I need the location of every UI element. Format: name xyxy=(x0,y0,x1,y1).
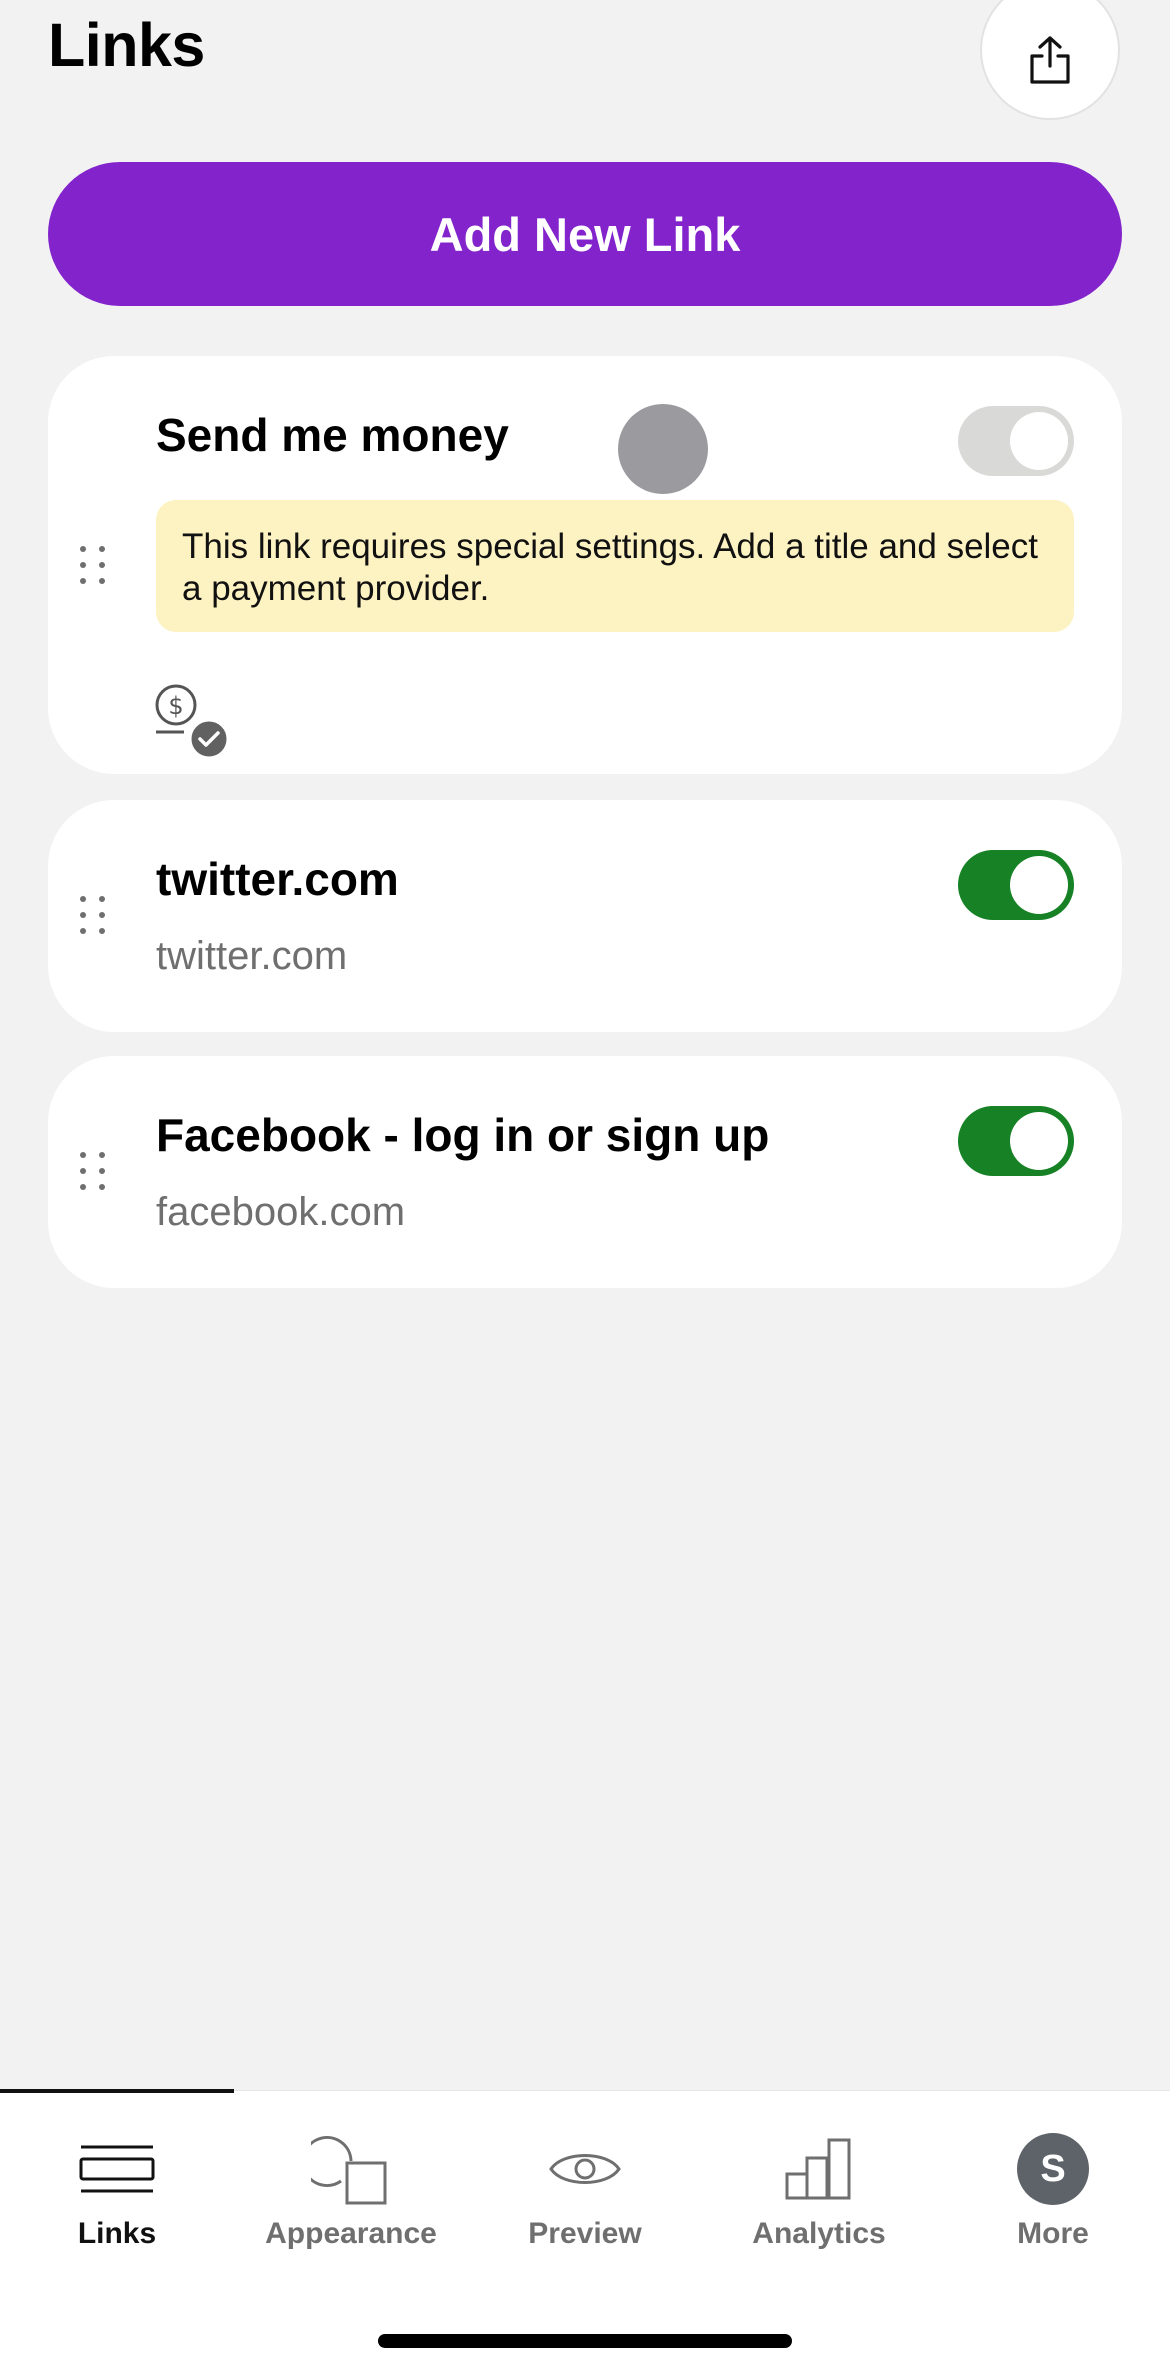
drag-handle-icon[interactable] xyxy=(80,546,108,586)
link-toggle[interactable] xyxy=(958,1106,1074,1176)
tab-label: More xyxy=(1017,2217,1089,2250)
link-card-send-money[interactable]: Send me money This link requires special… xyxy=(48,356,1122,774)
add-new-link-button[interactable]: Add New Link xyxy=(48,162,1122,306)
toggle-knob xyxy=(1010,1112,1068,1170)
link-toggle[interactable] xyxy=(958,406,1074,476)
link-card-facebook[interactable]: Facebook - log in or sign up facebook.co… xyxy=(48,1056,1122,1288)
tab-links[interactable]: Links xyxy=(0,2091,234,2291)
share-button[interactable] xyxy=(980,0,1120,120)
page-title: Links xyxy=(48,11,205,79)
tab-label: Analytics xyxy=(752,2217,886,2250)
links-icon xyxy=(79,2145,155,2193)
link-url[interactable]: twitter.com xyxy=(156,934,347,979)
toggle-knob xyxy=(1010,856,1068,914)
touch-indicator xyxy=(618,404,708,494)
tab-analytics[interactable]: Analytics xyxy=(702,2091,936,2291)
drag-handle-icon[interactable] xyxy=(80,1152,108,1192)
link-url[interactable]: facebook.com xyxy=(156,1190,405,1235)
tab-label: Preview xyxy=(528,2217,642,2250)
link-title[interactable]: Facebook - log in or sign up xyxy=(156,1108,769,1162)
bar-chart-icon xyxy=(785,2138,851,2200)
settings-warning: This link requires special settings. Add… xyxy=(156,500,1074,632)
eye-icon xyxy=(549,2154,621,2184)
payment-check-icon[interactable]: $ xyxy=(154,682,234,767)
tab-more[interactable]: S More xyxy=(936,2091,1170,2291)
link-card-twitter[interactable]: twitter.com twitter.com xyxy=(48,800,1122,1032)
home-indicator xyxy=(378,2334,792,2348)
drag-handle-icon[interactable] xyxy=(80,896,108,936)
svg-text:$: $ xyxy=(168,692,183,720)
avatar: S xyxy=(1017,2133,1089,2205)
tab-label: Links xyxy=(77,2217,157,2250)
tab-appearance[interactable]: Appearance xyxy=(234,2091,468,2291)
toggle-knob xyxy=(1010,412,1068,470)
link-title[interactable]: twitter.com xyxy=(156,852,399,906)
tab-bar: Links Appearance Preview Analytics S Mor… xyxy=(0,2089,1170,2374)
link-toggle[interactable] xyxy=(958,850,1074,920)
tab-label: Appearance xyxy=(265,2217,437,2250)
tab-preview[interactable]: Preview xyxy=(468,2091,702,2291)
appearance-icon xyxy=(311,2136,387,2205)
link-title[interactable]: Send me money xyxy=(156,408,509,462)
share-icon xyxy=(1030,36,1070,84)
